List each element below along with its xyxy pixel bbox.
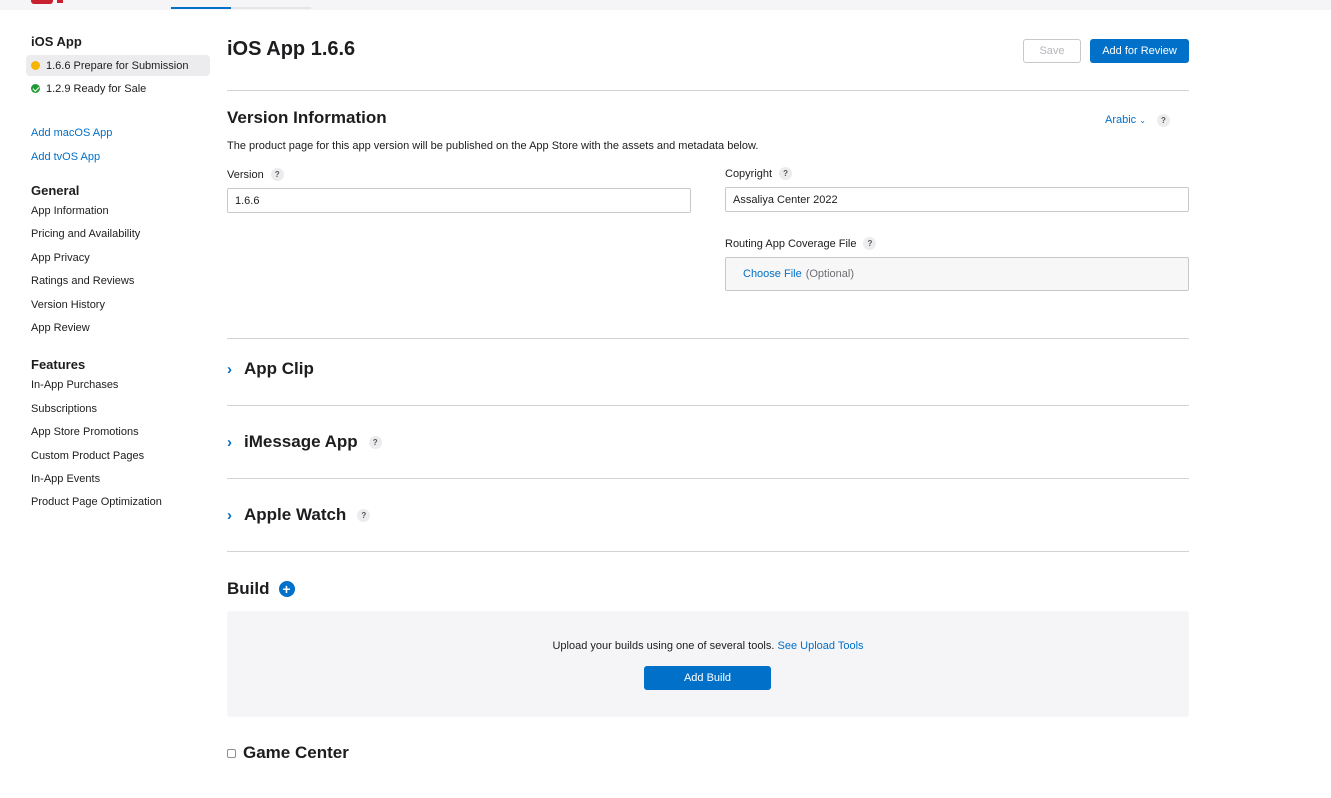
active-tab-indicator (171, 7, 231, 9)
sidebar-version-1-2-9[interactable]: 1.2.9 Ready for Sale (26, 78, 210, 99)
add-for-review-button[interactable]: Add for Review (1090, 39, 1189, 63)
build-header: Build + (227, 579, 295, 599)
game-center-title: Game Center (243, 743, 349, 762)
game-center-checkbox[interactable] (227, 748, 236, 758)
app-clip-section-toggle[interactable]: › App Clip (227, 359, 314, 379)
app-icon[interactable] (31, 0, 53, 4)
sidebar-item-app-privacy[interactable]: App Privacy (26, 247, 210, 270)
sidebar-general-heading: General (31, 183, 80, 198)
sidebar-version-label: 1.6.6 Prepare for Submission (46, 59, 189, 72)
divider (227, 551, 1189, 552)
copyright-label-text: Copyright (725, 167, 773, 180)
top-navigation-bar (0, 0, 1331, 10)
build-panel: Upload your builds using one of several … (227, 611, 1189, 717)
sidebar-item-version-history[interactable]: Version History (26, 294, 210, 317)
help-icon[interactable]: ? (270, 168, 284, 181)
upload-instructions: Upload your builds using one of several … (227, 640, 1189, 652)
chevron-down-icon: ⌄ (1139, 115, 1146, 125)
sidebar-item-pricing-availability[interactable]: Pricing and Availability (26, 223, 210, 246)
sidebar-version-label: 1.2.9 Ready for Sale (46, 82, 147, 95)
divider (227, 478, 1189, 479)
game-center-row: Game Center (227, 743, 349, 763)
tab-indicator-inactive (231, 7, 311, 9)
imessage-app-title: iMessage App (244, 432, 358, 451)
pending-status-icon (31, 61, 40, 70)
version-description: The product page for this app version wi… (227, 140, 759, 152)
sidebar-version-1-6-6[interactable]: 1.6.6 Prepare for Submission (26, 55, 210, 76)
version-information-title: Version Information (227, 108, 387, 127)
sidebar-item-in-app-purchases[interactable]: In-App Purchases (26, 374, 210, 397)
chevron-right-icon: › (227, 433, 232, 451)
sidebar-item-app-review[interactable]: App Review (26, 317, 210, 340)
sidebar-item-subscriptions[interactable]: Subscriptions (26, 398, 210, 421)
app-clip-title: App Clip (244, 359, 314, 378)
sidebar-ios-app-heading: iOS App (31, 34, 82, 49)
routing-file-label: Routing App Coverage File ? (725, 237, 877, 250)
add-build-plus-icon[interactable]: + (278, 581, 295, 597)
help-icon[interactable]: ? (1157, 114, 1170, 127)
version-label-text: Version (227, 168, 264, 181)
routing-file-picker[interactable]: Choose File (Optional) (725, 257, 1189, 291)
sidebar-item-in-app-events[interactable]: In-App Events (26, 468, 210, 491)
save-button[interactable]: Save (1023, 39, 1081, 63)
add-tvos-app-link[interactable]: Add tvOS App (26, 145, 210, 169)
chevron-right-icon: › (227, 360, 232, 378)
language-selector[interactable]: Arabic ⌄ (1105, 114, 1146, 126)
apple-watch-section-toggle[interactable]: › Apple Watch ? (227, 505, 371, 525)
routing-label-text: Routing App Coverage File (725, 237, 857, 250)
imessage-section-toggle[interactable]: › iMessage App ? (227, 432, 382, 452)
copyright-input[interactable]: Assaliya Center 2022 (725, 187, 1189, 212)
choose-file-button[interactable]: Choose File (743, 268, 802, 280)
chevron-right-icon: › (227, 506, 232, 524)
apple-watch-title: Apple Watch (244, 505, 347, 524)
sidebar-item-product-page-optimization[interactable]: Product Page Optimization (26, 491, 210, 514)
sidebar-item-app-store-promotions[interactable]: App Store Promotions (26, 421, 210, 444)
help-icon[interactable]: ? (779, 167, 793, 180)
add-macos-app-link[interactable]: Add macOS App (26, 121, 210, 145)
upload-text: Upload your builds using one of several … (552, 640, 775, 652)
divider (227, 338, 1189, 339)
ready-checkmark-icon (31, 84, 40, 93)
build-title: Build (227, 579, 270, 598)
help-icon[interactable]: ? (357, 508, 371, 522)
sidebar-item-custom-product-pages[interactable]: Custom Product Pages (26, 445, 210, 468)
copyright-field-label: Copyright ? (725, 167, 793, 180)
sidebar: iOS App 1.6.6 Prepare for Submission 1.2… (26, 34, 210, 515)
divider (227, 405, 1189, 406)
version-input[interactable]: 1.6.6 (227, 188, 691, 213)
sidebar-item-ratings-reviews[interactable]: Ratings and Reviews (26, 270, 210, 293)
version-field-label: Version ? (227, 168, 284, 181)
language-label: Arabic (1105, 114, 1137, 126)
app-icon-fragment (57, 0, 63, 3)
divider (227, 90, 1189, 91)
add-build-button[interactable]: Add Build (644, 666, 771, 690)
sidebar-features-heading: Features (31, 357, 86, 373)
help-icon[interactable]: ? (863, 237, 877, 250)
optional-hint: (Optional) (805, 268, 854, 280)
see-upload-tools-link[interactable]: See Upload Tools (778, 640, 864, 652)
help-icon[interactable]: ? (368, 435, 382, 449)
sidebar-item-app-information[interactable]: App Information (26, 200, 210, 223)
page-title: iOS App 1.6.6 (227, 38, 356, 60)
